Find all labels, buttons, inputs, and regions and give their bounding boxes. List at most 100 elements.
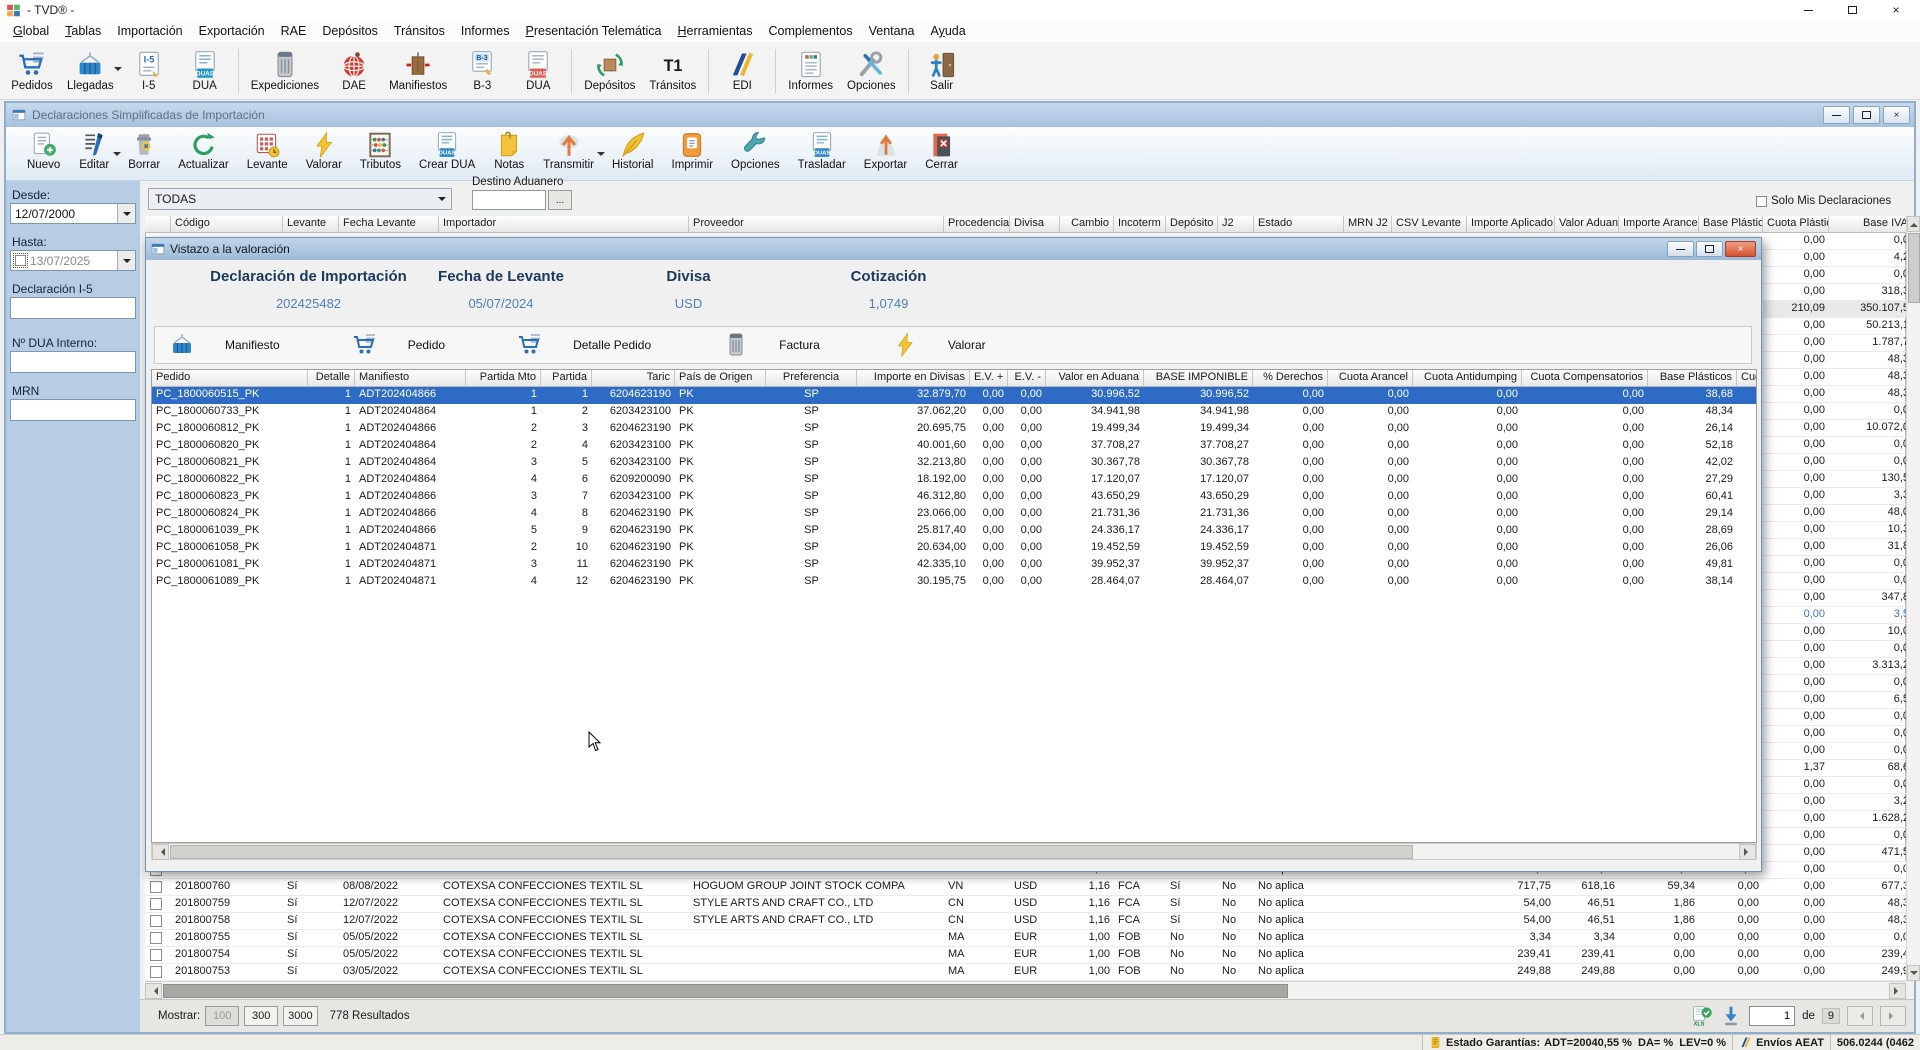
toolbar-button[interactable]: Notas bbox=[484, 130, 534, 172]
table-row[interactable]: 0,000,0 bbox=[1763, 726, 1906, 743]
table-row[interactable]: 0,003,2 bbox=[1763, 794, 1906, 811]
table-row[interactable]: 0,000,0 bbox=[1763, 267, 1906, 284]
toolbar-button[interactable]: Borrar bbox=[119, 130, 169, 172]
maximize-button[interactable] bbox=[1830, 0, 1874, 20]
strip-item[interactable]: Pedido bbox=[352, 332, 445, 358]
minimize-button[interactable] bbox=[1786, 0, 1830, 20]
valuation-row[interactable]: PC_1800060824_PK1ADT20240486648620462319… bbox=[152, 506, 1756, 523]
dialog-maximize-button[interactable] bbox=[1696, 241, 1723, 257]
column-header[interactable]: Fecha Levante bbox=[339, 216, 439, 232]
vertical-scroll-thumb[interactable] bbox=[1908, 233, 1920, 303]
vertical-scrollbar[interactable] bbox=[1906, 216, 1920, 981]
aduana-filter-select[interactable]: TODAS bbox=[148, 188, 452, 210]
toolbar-button[interactable]: Exportar bbox=[855, 130, 916, 172]
toolbar-button[interactable] bbox=[708, 49, 709, 93]
table-row[interactable]: 0,006,5 bbox=[1763, 692, 1906, 709]
to-date-dropdown[interactable] bbox=[117, 251, 135, 270]
table-row[interactable]: 0,00318,3 bbox=[1763, 284, 1906, 301]
toolbar-button[interactable]: B-3 B-3 bbox=[454, 43, 510, 99]
table-row[interactable]: 0,000,0 bbox=[1763, 709, 1906, 726]
column-header[interactable]: Cuota Plástico bbox=[1763, 216, 1829, 232]
toolbar-button[interactable]: Actualizar bbox=[169, 130, 238, 172]
column-header[interactable]: BASE IMPONIBLE bbox=[1144, 370, 1253, 386]
dialog-titlebar[interactable]: Vistazo a la valoración bbox=[146, 238, 1761, 260]
column-header[interactable]: E.V. + bbox=[970, 370, 1008, 386]
table-row[interactable]: 0,003,5 bbox=[1763, 607, 1906, 624]
dialog-scroll-thumb[interactable] bbox=[170, 845, 1413, 859]
table-row[interactable]: 0,0010,0 bbox=[1763, 624, 1906, 641]
table-row[interactable]: 0,000,0 bbox=[1763, 828, 1906, 845]
column-header[interactable]: Estado bbox=[1254, 216, 1344, 232]
valuation-row[interactable]: PC_1800060515_PK1ADT20240486611620462319… bbox=[152, 387, 1756, 404]
solo-mis-declaraciones[interactable]: Solo Mis Declaraciones bbox=[1756, 195, 1891, 207]
valuation-row[interactable]: PC_1800060733_PK1ADT20240486412620342310… bbox=[152, 404, 1756, 421]
menu-item[interactable]: Global bbox=[5, 22, 57, 40]
column-header[interactable]: Procedencia bbox=[944, 216, 1010, 232]
menu-item[interactable]: RAE bbox=[273, 22, 315, 40]
toolbar-button[interactable]: Historial bbox=[603, 130, 663, 172]
column-header[interactable] bbox=[145, 216, 171, 232]
table-row[interactable]: 0,00347,8 bbox=[1763, 590, 1906, 607]
dialog-horizontal-scrollbar[interactable] bbox=[151, 843, 1757, 860]
menu-item[interactable]: Tablas bbox=[57, 22, 109, 40]
toolbar-button[interactable]: DAE bbox=[326, 43, 382, 99]
table-row[interactable]: 0,0010,3 bbox=[1763, 522, 1906, 539]
table-row[interactable]: 0,000,0 bbox=[1763, 437, 1906, 454]
column-header[interactable]: Cambio bbox=[1060, 216, 1114, 232]
column-header[interactable]: Detalle bbox=[308, 370, 355, 386]
column-header[interactable]: Importe Aplicado bbox=[1467, 216, 1555, 232]
toolbar-button[interactable] bbox=[238, 49, 239, 93]
column-header[interactable]: Partida bbox=[541, 370, 592, 386]
table-row[interactable]: 201800759Sí12/07/2022COTEXSA CONFECCIONE… bbox=[145, 896, 1906, 913]
column-header[interactable]: MRN J2 bbox=[1344, 216, 1392, 232]
table-row[interactable]: 0,000,0 bbox=[1763, 233, 1906, 250]
valuation-row[interactable]: PC_1800061089_PK1ADT20240487141262046231… bbox=[152, 574, 1756, 591]
table-row[interactable]: 0,000,0 bbox=[1763, 573, 1906, 590]
toolbar-button[interactable] bbox=[775, 49, 776, 93]
table-row[interactable]: 201800754Sí05/05/2022COTEXSA CONFECCIONE… bbox=[145, 947, 1906, 964]
i5-input[interactable] bbox=[10, 297, 136, 319]
column-header[interactable]: Pedido bbox=[152, 370, 308, 386]
column-header[interactable]: Divisa bbox=[1010, 216, 1060, 232]
table-row[interactable]: 0,0048,0 bbox=[1763, 505, 1906, 522]
menu-item[interactable]: Exportación bbox=[191, 22, 273, 40]
menu-item[interactable]: Ventana bbox=[861, 22, 923, 40]
menu-item[interactable]: Importación bbox=[109, 22, 190, 40]
column-header[interactable]: Base Plástico bbox=[1699, 216, 1763, 232]
mdi-close-button[interactable]: × bbox=[1883, 106, 1910, 124]
download-icon[interactable] bbox=[1720, 1005, 1742, 1027]
toolbar-button[interactable]: Opciones bbox=[722, 130, 789, 172]
scroll-down-icon[interactable] bbox=[1907, 965, 1920, 981]
table-row[interactable]: 0,004,2 bbox=[1763, 250, 1906, 267]
table-row[interactable]: 0,0031,8 bbox=[1763, 539, 1906, 556]
mdi-restore-button[interactable] bbox=[1853, 106, 1880, 124]
toolbar-button[interactable]: DUAS Trasladar bbox=[789, 130, 855, 172]
toolbar-button[interactable]: DUAS Crear DUA bbox=[410, 130, 484, 172]
scroll-left-icon[interactable] bbox=[152, 844, 169, 860]
toolbar-button[interactable] bbox=[908, 49, 909, 93]
toolbar-button[interactable]: I-5 I-5 bbox=[121, 43, 177, 99]
toolbar-button[interactable]: Tributos bbox=[351, 130, 410, 172]
toolbar-button[interactable]: Nuevo bbox=[18, 130, 69, 172]
toolbar-button[interactable]: Valorar bbox=[297, 130, 351, 172]
valuation-row[interactable]: PC_1800060822_PK1ADT20240486446620920009… bbox=[152, 472, 1756, 489]
toolbar-button[interactable]: DUAS DUA bbox=[510, 43, 566, 99]
toolbar-button[interactable]: Llegadas bbox=[60, 43, 121, 99]
menu-item[interactable]: Tránsitos bbox=[386, 22, 453, 40]
valuation-row[interactable]: PC_1800061081_PK1ADT20240487131162046231… bbox=[152, 557, 1756, 574]
toolbar-button[interactable]: Cerrar bbox=[916, 130, 967, 172]
horizontal-scrollbar[interactable] bbox=[145, 981, 1906, 999]
strip-item[interactable]: Manifiesto bbox=[169, 332, 280, 358]
column-header[interactable]: Taric bbox=[592, 370, 675, 386]
page-size-button[interactable]: 300 bbox=[244, 1006, 278, 1026]
column-header[interactable]: Base Plásticos bbox=[1648, 370, 1737, 386]
menu-item[interactable]: Ayuda bbox=[922, 22, 973, 40]
export-xls-icon[interactable]: XLS bbox=[1691, 1005, 1713, 1027]
toolbar-button[interactable]: EDI bbox=[714, 43, 770, 99]
dialog-close-button[interactable]: × bbox=[1725, 241, 1756, 257]
from-date-dropdown[interactable] bbox=[117, 204, 135, 223]
to-date-checkbox[interactable] bbox=[15, 255, 26, 266]
menu-item[interactable]: Complementos bbox=[761, 22, 861, 40]
column-header[interactable]: Preferencia bbox=[766, 370, 857, 386]
column-header[interactable]: Cuota Antidumping bbox=[1413, 370, 1522, 386]
